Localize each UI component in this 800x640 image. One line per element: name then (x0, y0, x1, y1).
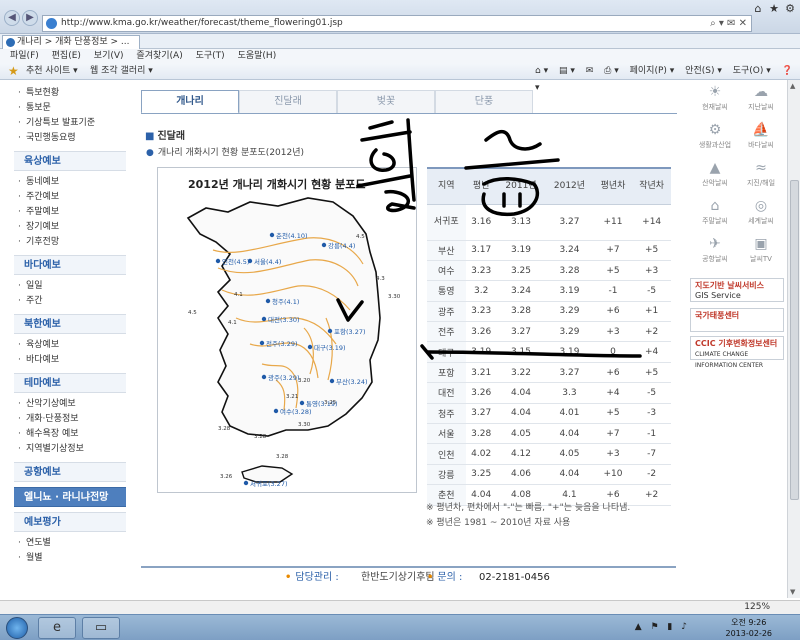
handwriting-overlay: 월 술 (0, 0, 642, 360)
start-button[interactable] (6, 617, 28, 639)
system-tray[interactable]: ▲ ⚑ ▮ ♪ (635, 622, 690, 632)
status-bar: 125% (0, 600, 800, 614)
browser-window: ◀ ▶ http://www.kma.go.kr/weather/forecas… (0, 0, 800, 640)
zoom-level[interactable]: 125% (744, 601, 770, 614)
handwriting-text: 월 술 (0, 0, 22, 3)
taskbar-ie-icon[interactable]: e (38, 617, 76, 639)
taskbar: e ▭ ▲ ⚑ ▮ ♪ 오전 9:26 2013-02-26 (0, 614, 800, 640)
taskbar-clock[interactable]: 오전 9:26 2013-02-26 (726, 617, 773, 639)
taskbar-folder-icon[interactable]: ▭ (82, 617, 120, 639)
